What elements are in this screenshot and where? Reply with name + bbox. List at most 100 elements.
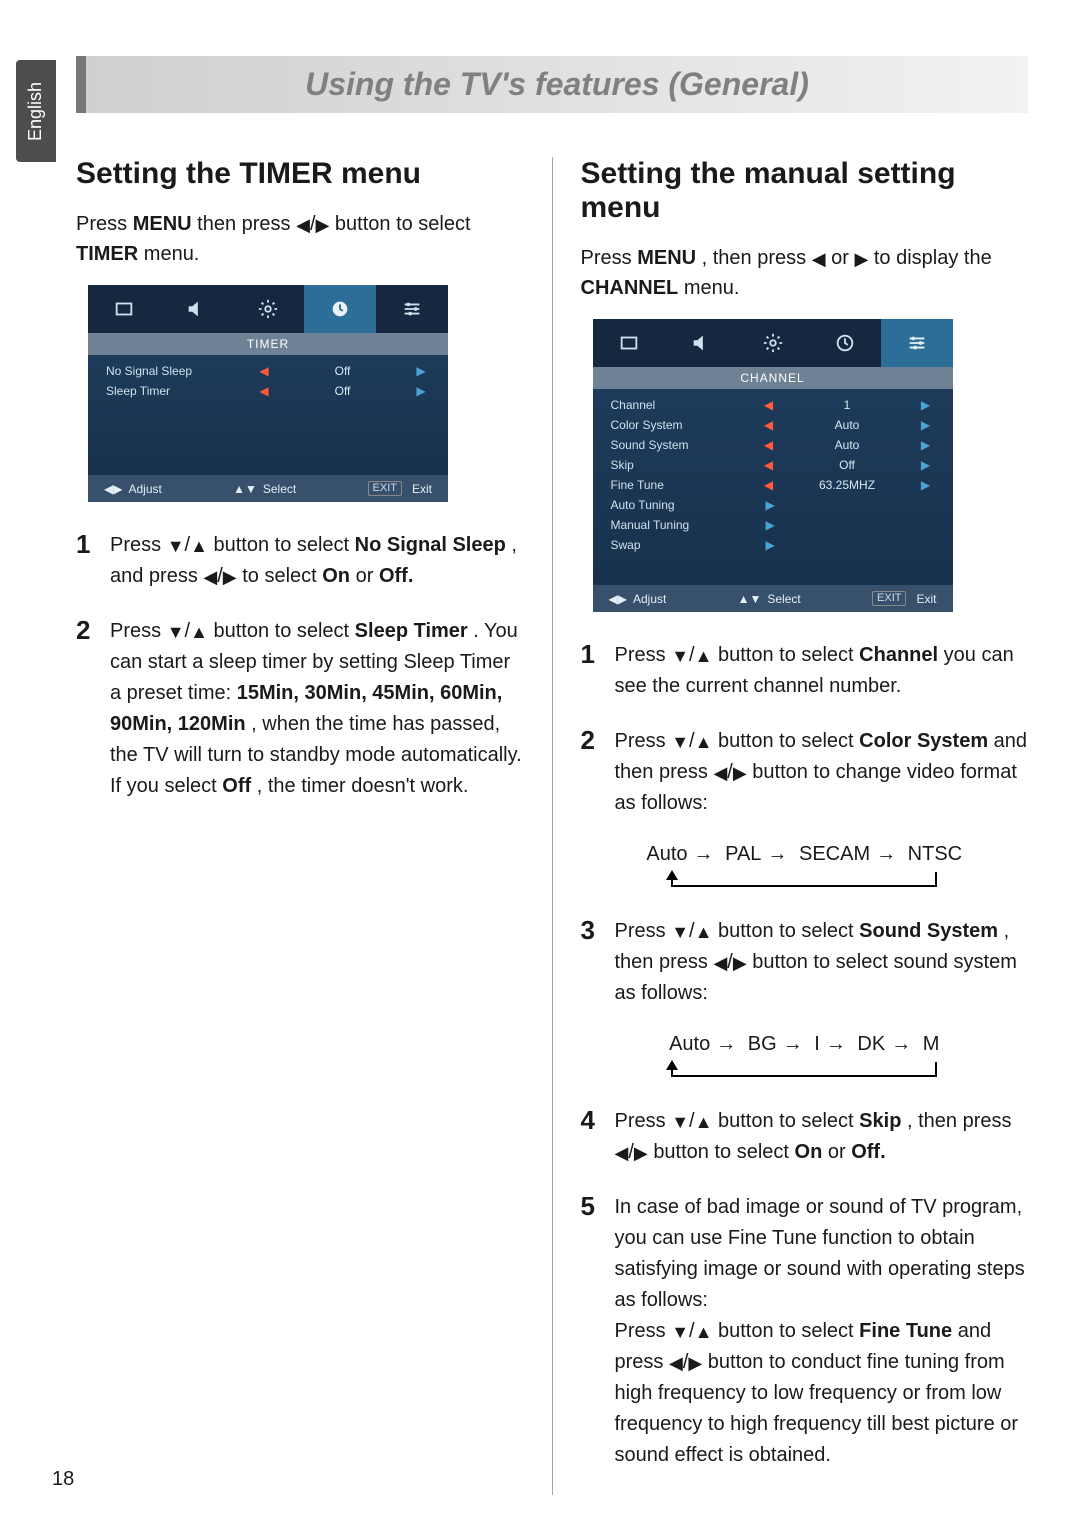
sliders-icon — [401, 298, 423, 320]
osd-tab-timer[interactable] — [304, 285, 376, 333]
right-heading: Setting the manual setting menu — [581, 157, 1029, 225]
up-arrow-icon: ▲ — [695, 647, 713, 665]
arrow-right-icon: → — [891, 1033, 911, 1055]
osd-tab-settings[interactable] — [232, 285, 304, 333]
clock-icon — [329, 298, 351, 320]
right-arrow-icon: ▶ — [733, 764, 747, 782]
txt: Adjust — [633, 592, 666, 606]
txt: , the timer doesn't work. — [257, 775, 469, 797]
osd-tab-channel[interactable] — [376, 285, 448, 333]
txt: button to select — [718, 730, 859, 752]
left-arrow-icon: ◀ — [296, 216, 310, 234]
osd-row[interactable]: Channel ◀ 1 ▶ — [593, 395, 953, 415]
step-number: 1 — [76, 530, 100, 592]
osd-row[interactable]: Manual Tuning ▶ — [593, 515, 953, 535]
txt: menu. — [684, 277, 740, 299]
step-number: 5 — [581, 1192, 605, 1471]
osd-tab-picture[interactable] — [593, 319, 665, 367]
osd-row-value: Off — [273, 384, 412, 398]
osd-row[interactable]: Fine Tune ◀ 63.25MHZ ▶ — [593, 475, 953, 495]
osd-row[interactable]: Auto Tuning ▶ — [593, 495, 953, 515]
arrow-right-icon: → — [876, 843, 896, 865]
osd-footer-exit: EXITExit — [368, 481, 432, 496]
manual-page: English Using the TV's features (General… — [0, 0, 1080, 1527]
step-body: Press ▼/▲ button to select Sound System … — [615, 916, 1029, 1009]
right-arrow-icon: ▶ — [412, 384, 430, 398]
left-arrow-icon: ◀ — [760, 458, 778, 472]
down-arrow-icon: ▼ — [671, 923, 689, 941]
osd-tab-picture[interactable] — [88, 285, 160, 333]
down-arrow-icon: ▼ — [671, 647, 689, 665]
lr-arrows-icon: ◀▶ — [104, 482, 122, 496]
item-name: Channel — [859, 644, 938, 666]
osd-tab-settings[interactable] — [737, 319, 809, 367]
txt: menu. — [144, 243, 200, 265]
right-step-5: 5 In case of bad image or sound of TV pr… — [581, 1192, 1029, 1471]
txt: Press — [615, 644, 672, 666]
right-arrow-icon: ▶ — [733, 954, 747, 972]
right-arrow-icon: ▶ — [412, 364, 430, 378]
osd-tabs — [88, 285, 448, 333]
left-arrow-icon: ◀ — [713, 764, 727, 782]
cycle-return-arrow — [581, 868, 1029, 894]
txt: Press — [76, 213, 133, 235]
down-arrow-icon: ▼ — [671, 1113, 689, 1131]
osd-row-label: No Signal Sleep — [106, 364, 255, 378]
up-arrow-icon: ▲ — [695, 1323, 713, 1341]
step-body: Press ▼/▲ button to select No Signal Sle… — [110, 530, 524, 592]
arrow-right-icon: → — [767, 843, 787, 865]
osd-menu-title: TIMER — [88, 333, 448, 355]
picture-icon — [618, 332, 640, 354]
on-word: On — [795, 1141, 823, 1163]
osd-row[interactable]: Sound System ◀ Auto ▶ — [593, 435, 953, 455]
step-number: 3 — [581, 916, 605, 1009]
osd-row-label: Sound System — [611, 438, 760, 452]
left-intro: Press MENU then press ◀/▶ button to sele… — [76, 209, 524, 269]
osd-row-label: Fine Tune — [611, 478, 760, 492]
osd-row[interactable]: Swap ▶ — [593, 535, 953, 555]
osd-footer-select: ▲▼Select — [738, 592, 801, 606]
step-body: Press ▼/▲ button to select Color System … — [615, 726, 1029, 819]
item-name: Sleep Timer — [355, 620, 468, 642]
left-arrow-icon: ◀ — [812, 250, 826, 268]
osd-row[interactable]: No Signal Sleep ◀ Off ▶ — [88, 361, 448, 381]
on-word: On — [322, 565, 350, 587]
page-title: Using the TV's features (General) — [86, 66, 1028, 103]
osd-row[interactable]: Color System ◀ Auto ▶ — [593, 415, 953, 435]
step-body: Press ▼/▲ button to select Channel you c… — [615, 640, 1029, 702]
txt: Press — [615, 920, 672, 942]
right-arrow-icon: ▶ — [688, 1354, 702, 1372]
exit-key-icon: EXIT — [368, 481, 402, 496]
osd-tab-sound[interactable] — [160, 285, 232, 333]
left-arrow-icon: ◀ — [760, 398, 778, 412]
color-cycle-diagram: Auto→ PAL→ SECAM→ NTSC — [581, 843, 1029, 894]
step-body: Press ▼/▲ button to select Sleep Timer .… — [110, 616, 524, 802]
language-tab-label: English — [26, 81, 47, 140]
columns: Setting the TIMER menu Press MENU then p… — [76, 157, 1028, 1495]
right-arrow-icon: ▶ — [854, 250, 868, 268]
cycle-item: SECAM — [799, 843, 870, 865]
cycle-return-arrow — [581, 1058, 1029, 1084]
arrow-right-icon: → — [716, 1033, 736, 1055]
txt: button to select — [718, 1110, 859, 1132]
osd-row[interactable]: Skip ◀ Off ▶ — [593, 455, 953, 475]
osd-tabs — [593, 319, 953, 367]
osd-tab-channel[interactable] — [881, 319, 953, 367]
txt: , then press — [702, 247, 812, 269]
right-arrow-icon: ▶ — [917, 398, 935, 412]
arrow-right-icon: → — [694, 843, 714, 865]
down-arrow-icon: ▼ — [671, 733, 689, 751]
osd-tab-sound[interactable] — [665, 319, 737, 367]
submenu-arrow-icon: ▶ — [766, 538, 775, 552]
timer-word: TIMER — [76, 243, 138, 265]
right-arrow-icon: ▶ — [223, 568, 237, 586]
osd-row[interactable]: Sleep Timer ◀ Off ▶ — [88, 381, 448, 401]
txt: Press — [615, 1110, 672, 1132]
ud-arrows-icon: ▲▼ — [233, 482, 257, 496]
arrow-right-icon: → — [826, 1033, 846, 1055]
osd-tab-timer[interactable] — [809, 319, 881, 367]
left-step-1: 1 Press ▼/▲ button to select No Signal S… — [76, 530, 524, 592]
osd-footer-adjust: ◀▶Adjust — [609, 592, 667, 606]
item-name: Sound System — [859, 920, 998, 942]
cycle-item: Auto — [646, 843, 687, 865]
